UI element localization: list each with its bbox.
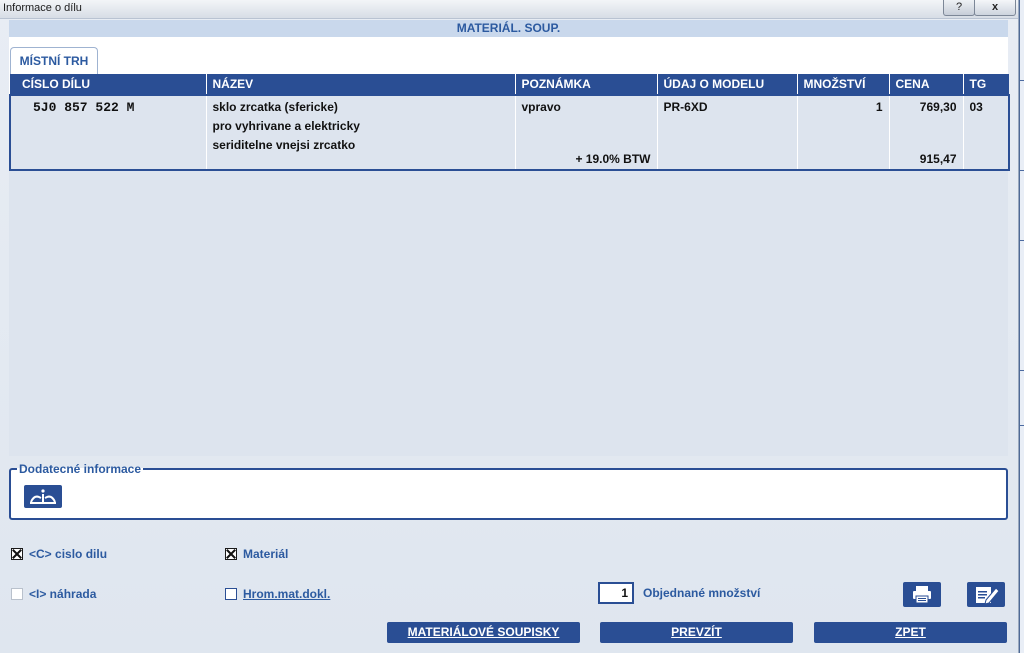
price-value: 769,30 (919, 100, 957, 114)
part-number-checkbox[interactable]: <C> cislo dilu (11, 547, 107, 561)
info-hand-icon (30, 489, 56, 504)
close-button[interactable]: x (974, 0, 1016, 16)
column-header-quantity[interactable]: MNOŽSTVÍ (796, 74, 889, 95)
price-with-tax: 915,47 (919, 152, 957, 166)
part-number-value: 5J0 857 522 M (33, 100, 135, 115)
edit-note-icon (976, 587, 1000, 605)
part-info-window: Informace o dílu ? x MATERIÁL. SOUP. MÍS… (0, 0, 1019, 653)
empty-grid-area (9, 170, 1008, 456)
checkbox-box (11, 588, 23, 600)
cell-note: vpravo + 19.0% BTW (514, 94, 657, 171)
info-hand-button[interactable] (24, 485, 62, 508)
parts-table: CÍSLO DÍLU NÁZEV POZNÁMKA ÚDAJ O MODELU … (9, 74, 1010, 171)
printer-icon (913, 586, 931, 604)
cell-name: sklo zrcatka (sfericke) pro vyhrivane a … (205, 94, 515, 171)
collective-doc-checkbox-label: Hrom.mat.dokl. (243, 587, 331, 601)
additional-info-legend: Dodatecné informace (19, 462, 142, 476)
additional-info-group: Dodatecné informace (9, 462, 1008, 520)
ordered-quantity-input[interactable]: 1 (598, 582, 634, 604)
table-header-row: CÍSLO DÍLU NÁZEV POZNÁMKA ÚDAJ O MODELU … (10, 74, 1009, 95)
tab-local-market[interactable]: MÍSTNÍ TRH (10, 47, 98, 74)
name-line: sklo zrcatka (sfericke) (212, 100, 338, 114)
edit-button[interactable] (967, 582, 1005, 607)
name-line: pro vyhrivane a elektricky (212, 119, 360, 133)
cell-tg: 03 (962, 94, 1010, 171)
cell-quantity: 1 (796, 94, 889, 171)
title-bar: Informace o dílu ? x (0, 0, 1018, 19)
material-checkbox-label: Materiál (243, 547, 289, 561)
column-header-name[interactable]: NÁZEV (205, 74, 515, 95)
column-header-model[interactable]: ÚDAJ O MODELU (656, 74, 797, 95)
note-value: vpravo (521, 100, 561, 114)
checkbox-box[interactable] (225, 548, 237, 560)
back-button[interactable]: ZPET (814, 622, 1007, 643)
tax-note: + 19.0% BTW (575, 152, 651, 166)
window-title: Informace o dílu (3, 2, 82, 14)
take-over-button[interactable]: PREVZÍT (600, 622, 793, 643)
column-header-price[interactable]: CENA (888, 74, 963, 95)
column-header-note[interactable]: POZNÁMKA (514, 74, 657, 95)
column-header-tg[interactable]: TG (962, 74, 1009, 95)
collective-doc-checkbox[interactable]: Hrom.mat.dokl. (225, 587, 330, 601)
cell-part-number: 5J0 857 522 M (9, 94, 206, 171)
section-header: MATERIÁL. SOUP. (9, 20, 1008, 37)
help-button[interactable]: ? (943, 0, 975, 16)
table-row[interactable]: 5J0 857 522 M sklo zrcatka (sfericke) pr… (9, 94, 1010, 171)
cell-price: 769,30 915,47 (888, 94, 963, 171)
background-window-edge (1019, 0, 1024, 653)
column-header-part-number[interactable]: CÍSLO DÍLU (10, 74, 206, 95)
replacement-checkbox-label: <I> náhrada (29, 587, 97, 601)
part-number-checkbox-label: <C> cislo dilu (29, 547, 108, 561)
checkbox-box[interactable] (11, 548, 23, 560)
checkbox-box[interactable] (225, 588, 237, 600)
material-lists-button[interactable]: MATERIÁLOVÉ SOUPISKY (387, 622, 580, 643)
cell-model: PR-6XD (656, 94, 797, 171)
tg-value: 03 (969, 100, 983, 114)
quantity-value: 1 (875, 100, 883, 114)
name-line: seriditelne vnejsi zrcatko (212, 138, 356, 152)
print-button[interactable] (903, 582, 941, 607)
replacement-checkbox: <I> náhrada (11, 587, 96, 601)
ordered-quantity-label: Objednané množství (643, 586, 761, 600)
material-checkbox[interactable]: Materiál (225, 547, 288, 561)
model-value: PR-6XD (663, 100, 708, 114)
